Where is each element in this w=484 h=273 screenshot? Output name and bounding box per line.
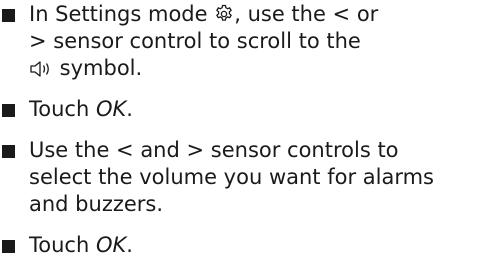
text-line: symbol. <box>29 55 484 82</box>
text-line: select the volume you want for alarms <box>29 164 484 191</box>
text-line: Touch OK. <box>29 96 484 123</box>
text-fragment: Use the < and > sensor controls to <box>29 138 399 162</box>
text-line: Touch OK. <box>29 232 484 259</box>
ok-label: OK <box>95 233 127 257</box>
list-item: Use the < and > sensor controls to selec… <box>0 137 484 218</box>
text-line: Use the < and > sensor controls to <box>29 137 484 164</box>
square-bullet-icon <box>2 104 15 117</box>
text-fragment: . <box>126 233 133 257</box>
list-item: In Settings mode , use the < or > sensor… <box>0 1 484 82</box>
list-item: Touch OK. <box>0 232 484 259</box>
text-fragment: Touch <box>29 233 96 257</box>
gear-icon <box>214 4 234 24</box>
speaker-icon <box>29 60 53 78</box>
ok-label: OK <box>95 97 127 121</box>
text-fragment: , use the < or <box>234 2 379 26</box>
text-fragment: In Settings mode <box>29 2 215 26</box>
text-fragment: > sensor control to scroll to the <box>29 29 361 53</box>
text-fragment: . <box>126 97 133 121</box>
text-line: > sensor control to scroll to the <box>29 28 484 55</box>
text-fragment: and buzzers. <box>29 192 164 216</box>
text-fragment: symbol. <box>53 56 143 80</box>
text-line: In Settings mode , use the < or <box>29 1 484 28</box>
list-item: Touch OK. <box>0 96 484 123</box>
square-bullet-icon <box>2 145 15 158</box>
instruction-list: In Settings mode , use the < or > sensor… <box>0 1 484 259</box>
text-fragment: Touch <box>29 97 96 121</box>
text-line: and buzzers. <box>29 191 484 218</box>
text-fragment: select the volume you want for alarms <box>29 165 434 189</box>
square-bullet-icon <box>2 9 15 22</box>
square-bullet-icon <box>2 240 15 253</box>
